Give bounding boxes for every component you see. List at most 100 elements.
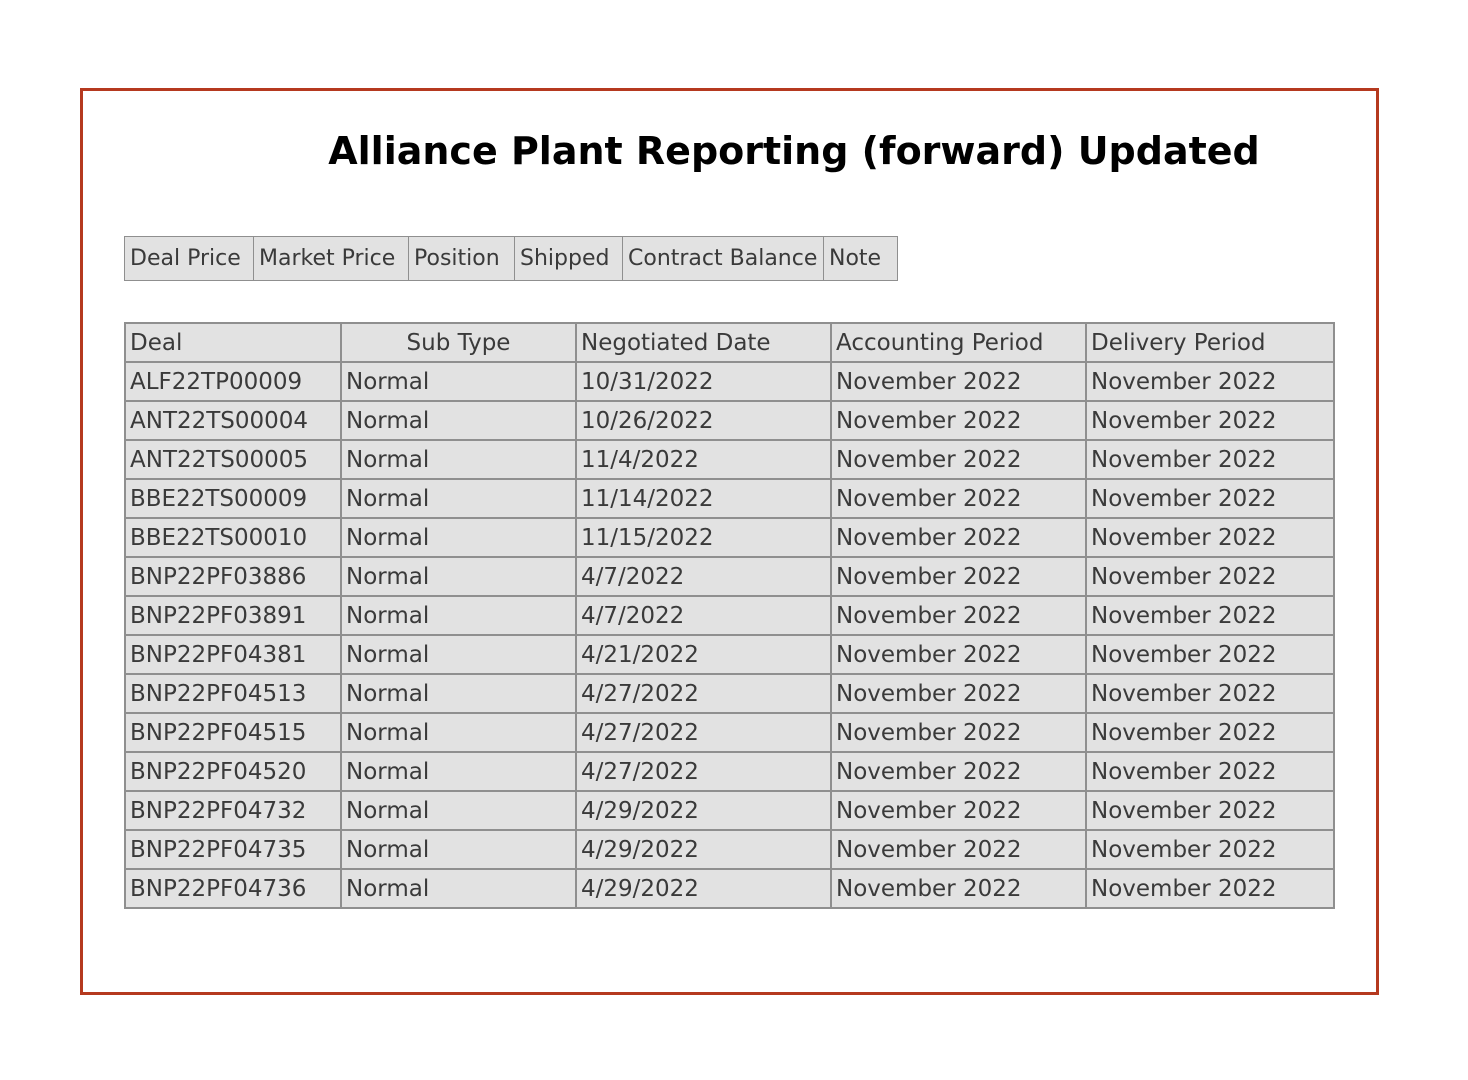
table-row[interactable]: ANT22TS00004 Normal 10/26/2022 November 202… [124, 400, 1335, 441]
column-header-delivery-period[interactable]: Delivery Period [1085, 322, 1335, 363]
accounting-period-cell: November 2022 [830, 829, 1087, 870]
sub-type-cell: Normal [340, 868, 577, 909]
table-row[interactable]: BNP22PF04732 Normal 4/29/2022 November 2022… [124, 790, 1335, 831]
table-row[interactable]: BNP22PF04513 Normal 4/27/2022 November 2022… [124, 673, 1335, 714]
negotiated-date-cell: 11/15/2022 [575, 517, 832, 558]
delivery-period-cell: November 2022 [1085, 517, 1335, 558]
sub-type-cell: Normal [340, 712, 577, 753]
delivery-period-cell: November 2022 [1085, 790, 1335, 831]
table-row[interactable]: BNP22PF04735 Normal 4/29/2022 November 2022… [124, 829, 1335, 870]
deal-cell: ANT22TS00005 [124, 439, 342, 480]
sub-type-cell: Normal [340, 439, 577, 480]
deal-cell: BNP22PF04513 [124, 673, 342, 714]
accounting-period-cell: November 2022 [830, 868, 1087, 909]
sub-type-cell: Normal [340, 751, 577, 792]
sub-type-cell: Normal [340, 517, 577, 558]
negotiated-date-cell: 4/29/2022 [575, 829, 832, 870]
table-row[interactable]: BNP22PF04736 Normal 4/29/2022 November 2022… [124, 868, 1335, 909]
negotiated-date-cell: 10/31/2022 [575, 361, 832, 402]
column-header-deal[interactable]: Deal [124, 322, 342, 363]
accounting-period-cell: November 2022 [830, 556, 1087, 597]
page-title: Alliance Plant Reporting (forward) Updat… [328, 129, 1260, 173]
delivery-period-cell: November 2022 [1085, 361, 1335, 402]
report-frame: Alliance Plant Reporting (forward) Updat… [80, 88, 1379, 995]
column-toggle-market-price[interactable]: Market Price [254, 237, 409, 280]
accounting-period-cell: November 2022 [830, 400, 1087, 441]
column-header-accounting-period[interactable]: Accounting Period [830, 322, 1087, 363]
negotiated-date-cell: 11/4/2022 [575, 439, 832, 480]
deal-cell: ANT22TS00004 [124, 400, 342, 441]
accounting-period-cell: November 2022 [830, 712, 1087, 753]
column-header-sub-type[interactable]: Sub Type [340, 322, 577, 363]
delivery-period-cell: November 2022 [1085, 712, 1335, 753]
accounting-period-cell: November 2022 [830, 439, 1087, 480]
delivery-period-cell: November 2022 [1085, 751, 1335, 792]
table-row[interactable]: BNP22PF04520 Normal 4/27/2022 November 2022… [124, 751, 1335, 792]
accounting-period-cell: November 2022 [830, 361, 1087, 402]
table-row[interactable]: BNP22PF04515 Normal 4/27/2022 November 2022… [124, 712, 1335, 753]
table-row[interactable]: ALF22TP00009 Normal 10/31/2022 November 202… [124, 361, 1335, 402]
column-toggle-note[interactable]: Note [824, 237, 897, 280]
deal-cell: BNP22PF03891 [124, 595, 342, 636]
delivery-period-cell: November 2022 [1085, 400, 1335, 441]
deal-cell: BNP22PF04515 [124, 712, 342, 753]
delivery-period-cell: November 2022 [1085, 478, 1335, 519]
accounting-period-cell: November 2022 [830, 595, 1087, 636]
deal-cell: BNP22PF03886 [124, 556, 342, 597]
column-toggle-deal-price[interactable]: Deal Price [125, 237, 254, 280]
deal-cell: BBE22TS00010 [124, 517, 342, 558]
negotiated-date-cell: 4/27/2022 [575, 712, 832, 753]
accounting-period-cell: November 2022 [830, 751, 1087, 792]
table-body: ALF22TP00009 Normal 10/31/2022 November 202… [124, 361, 1335, 909]
negotiated-date-cell: 4/29/2022 [575, 790, 832, 831]
table-row[interactable]: ANT22TS00005 Normal 11/4/2022 November 2022… [124, 439, 1335, 480]
table-row[interactable]: BBE22TS00010 Normal 11/15/2022 November 202… [124, 517, 1335, 558]
column-header-negotiated-date[interactable]: Negotiated Date [575, 322, 832, 363]
delivery-period-cell: November 2022 [1085, 556, 1335, 597]
accounting-period-cell: November 2022 [830, 478, 1087, 519]
column-toggle-bar: Deal Price Market Price Position Shipped… [124, 236, 898, 281]
delivery-period-cell: November 2022 [1085, 634, 1335, 675]
table-header-row: Deal Sub Type Negotiated Date Accounting… [124, 322, 1335, 363]
negotiated-date-cell: 10/26/2022 [575, 400, 832, 441]
deal-cell: BNP22PF04381 [124, 634, 342, 675]
accounting-period-cell: November 2022 [830, 673, 1087, 714]
deal-cell: BBE22TS00009 [124, 478, 342, 519]
deal-cell: ALF22TP00009 [124, 361, 342, 402]
table-row[interactable]: BNP22PF03886 Normal 4/7/2022 November 2022 N… [124, 556, 1335, 597]
column-toggle-contract-balance[interactable]: Contract Balance [623, 237, 824, 280]
sub-type-cell: Normal [340, 829, 577, 870]
column-toggle-shipped[interactable]: Shipped [515, 237, 623, 280]
accounting-period-cell: November 2022 [830, 634, 1087, 675]
delivery-period-cell: November 2022 [1085, 439, 1335, 480]
table-row[interactable]: BNP22PF04381 Normal 4/21/2022 November 2022… [124, 634, 1335, 675]
negotiated-date-cell: 4/27/2022 [575, 673, 832, 714]
sub-type-cell: Normal [340, 556, 577, 597]
sub-type-cell: Normal [340, 634, 577, 675]
sub-type-cell: Normal [340, 361, 577, 402]
accounting-period-cell: November 2022 [830, 790, 1087, 831]
negotiated-date-cell: 4/29/2022 [575, 868, 832, 909]
sub-type-cell: Normal [340, 478, 577, 519]
delivery-period-cell: November 2022 [1085, 595, 1335, 636]
deal-cell: BNP22PF04735 [124, 829, 342, 870]
negotiated-date-cell: 11/14/2022 [575, 478, 832, 519]
delivery-period-cell: November 2022 [1085, 829, 1335, 870]
delivery-period-cell: November 2022 [1085, 673, 1335, 714]
deal-cell: BNP22PF04732 [124, 790, 342, 831]
table-row[interactable]: BBE22TS00009 Normal 11/14/2022 November 202… [124, 478, 1335, 519]
deals-table: Deal Sub Type Negotiated Date Accounting… [124, 322, 1335, 909]
negotiated-date-cell: 4/7/2022 [575, 556, 832, 597]
sub-type-cell: Normal [340, 790, 577, 831]
column-toggle-position[interactable]: Position [409, 237, 515, 280]
delivery-period-cell: November 2022 [1085, 868, 1335, 909]
deal-cell: BNP22PF04520 [124, 751, 342, 792]
deal-cell: BNP22PF04736 [124, 868, 342, 909]
sub-type-cell: Normal [340, 673, 577, 714]
negotiated-date-cell: 4/7/2022 [575, 595, 832, 636]
accounting-period-cell: November 2022 [830, 517, 1087, 558]
table-row[interactable]: BNP22PF03891 Normal 4/7/2022 November 2022 N… [124, 595, 1335, 636]
sub-type-cell: Normal [340, 400, 577, 441]
sub-type-cell: Normal [340, 595, 577, 636]
negotiated-date-cell: 4/27/2022 [575, 751, 832, 792]
